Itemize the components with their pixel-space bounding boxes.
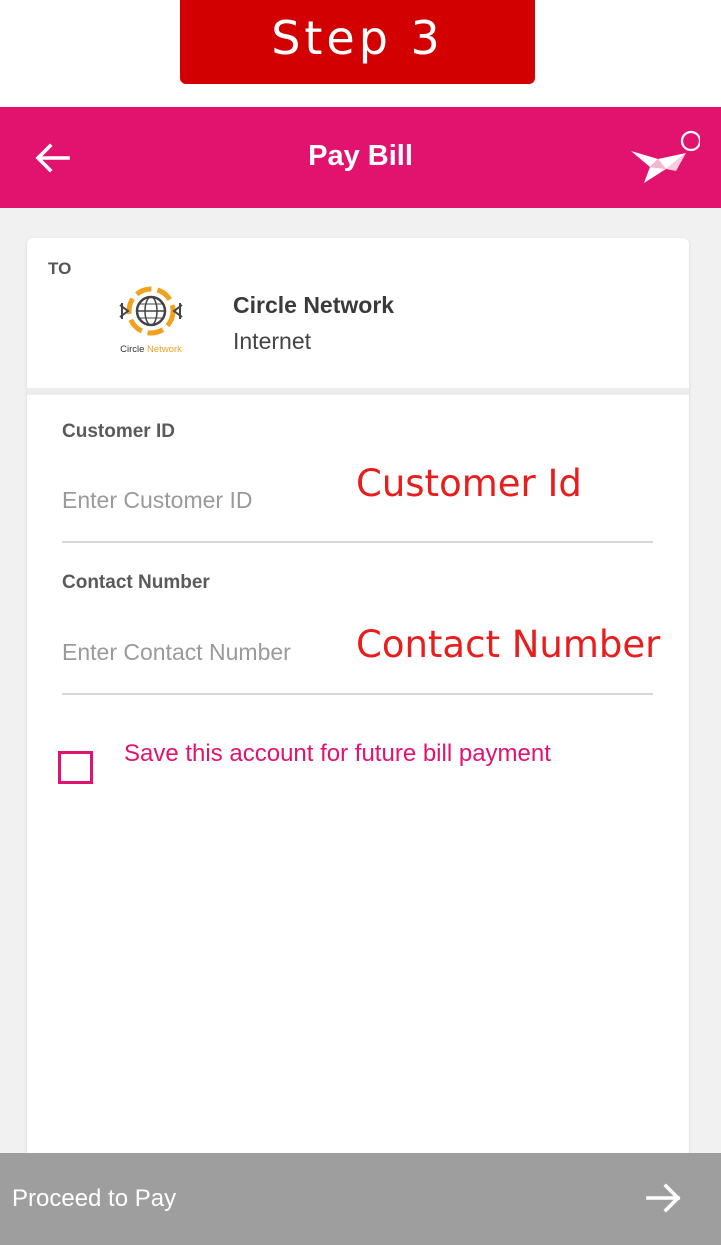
step-banner: Step 3 [180,0,535,84]
network-globe-icon [119,286,183,336]
section-divider [27,388,689,395]
save-account-label[interactable]: Save this account for future bill paymen… [124,739,564,769]
contact-number-label: Contact Number [62,572,210,593]
biller-name: Circle Network [233,292,395,318]
save-account-checkbox[interactable] [58,751,93,784]
proceed-label: Proceed to Pay [12,1185,177,1212]
customer-id-label: Customer ID [62,421,175,442]
biller-logo-text: Circle Network [120,344,182,355]
customer-id-annotation: Customer Id [356,462,582,505]
step-label: Step 3 [271,11,444,65]
bird-logo-icon [631,130,700,183]
proceed-to-pay-button[interactable]: Proceed to Pay [0,1153,721,1245]
customer-id-underline [62,541,653,543]
to-label: TO [48,259,72,278]
page-title: Pay Bill [308,140,413,172]
biller-category: Internet [233,328,311,354]
contact-number-underline [62,693,653,695]
arrow-right-icon [646,1183,681,1213]
pay-bill-screen: Step 3 Pay Bill TO Circle Network Circle… [0,0,721,1245]
app-header: Pay Bill [0,107,721,208]
contact-number-annotation: Contact Number [356,623,661,666]
biller-logo: Circle Network [108,283,194,357]
